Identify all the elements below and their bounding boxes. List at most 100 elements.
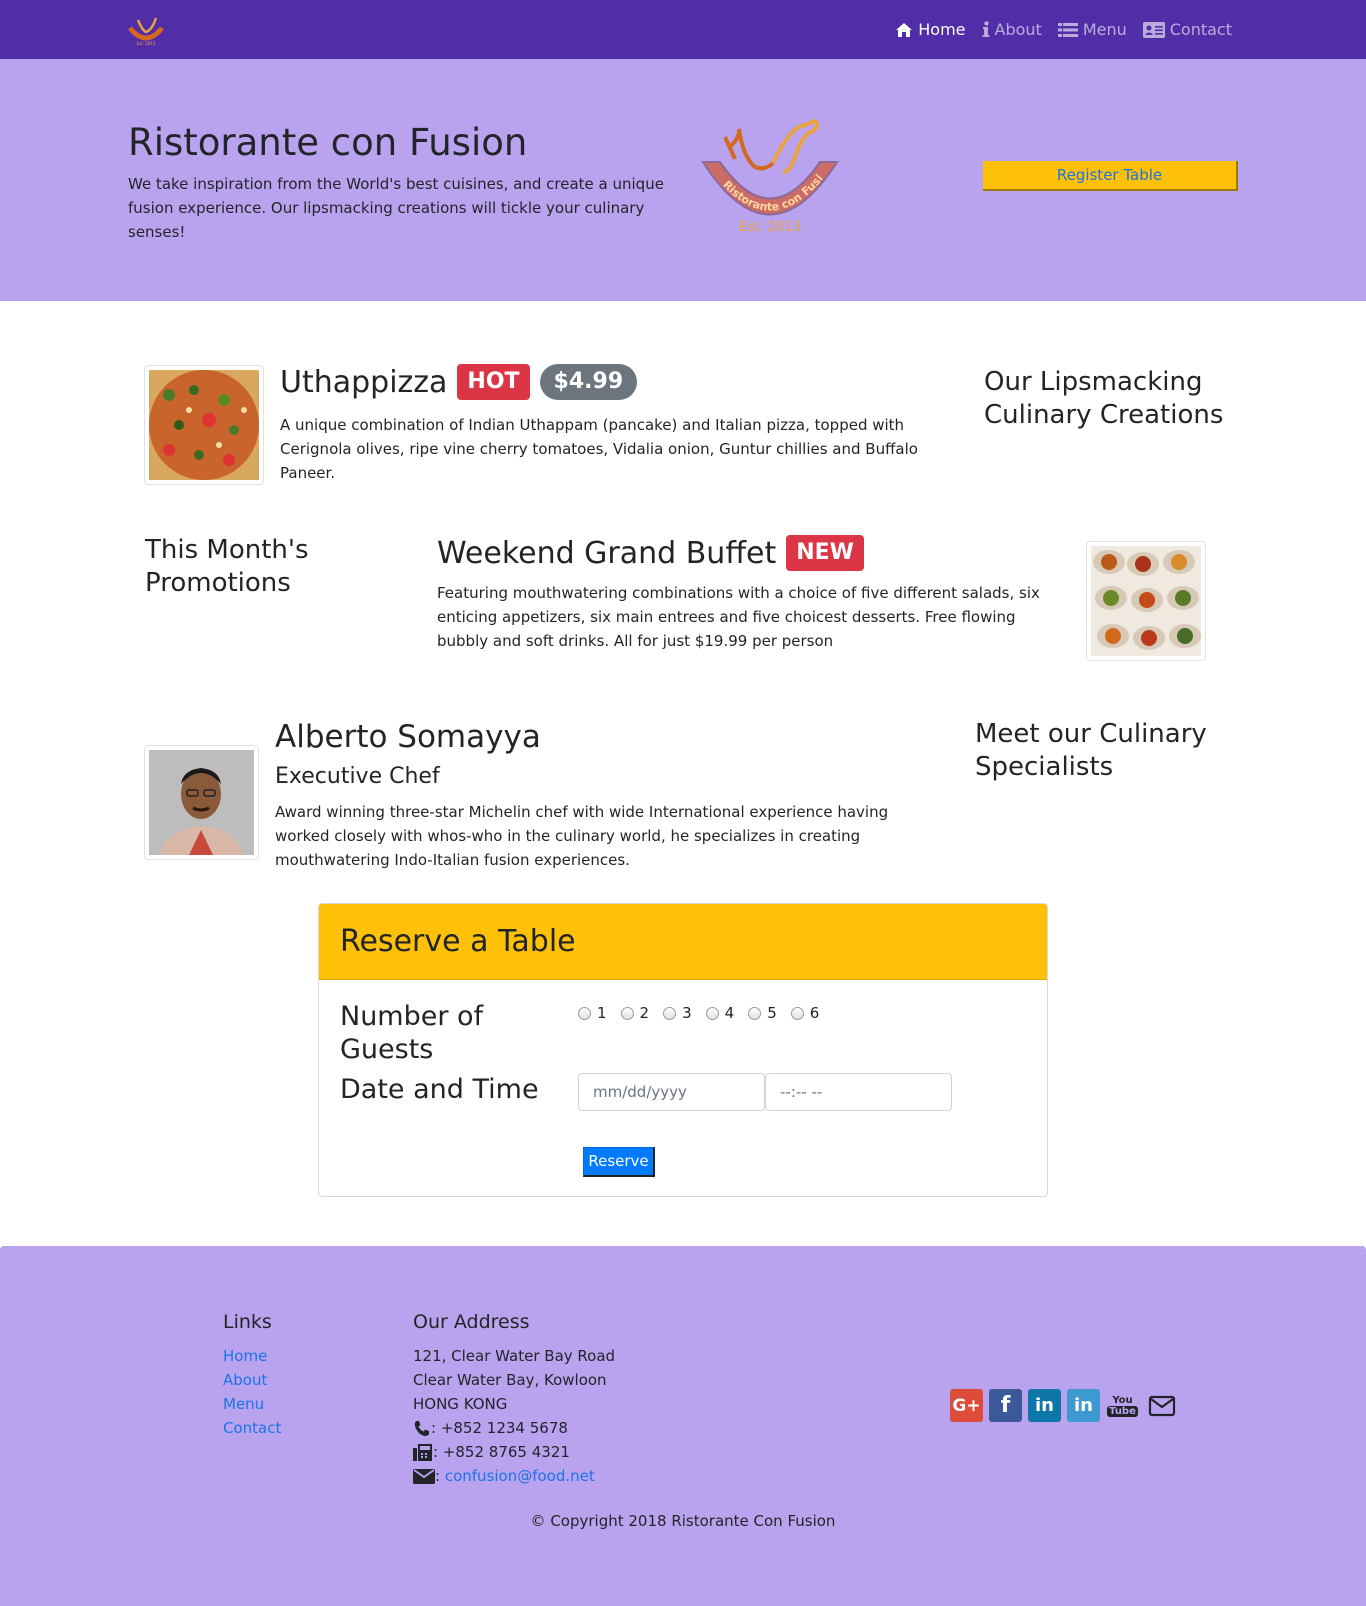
- guest-option-2[interactable]: 2: [620, 1004, 650, 1022]
- restaurant-title: Ristorante con Fusion: [128, 121, 528, 164]
- radio-label: 6: [809, 1004, 820, 1022]
- radio-label: 3: [682, 1004, 692, 1022]
- youtube-icon[interactable]: You Tube: [1106, 1389, 1139, 1422]
- buffet-image: [1091, 546, 1201, 656]
- nav-item-label: About: [994, 20, 1042, 39]
- promotion-description: Featuring mouthwatering combinations wit…: [437, 584, 1040, 650]
- svg-text:Est. 2013: Est. 2013: [137, 41, 156, 46]
- restaurant-logo-large: Ristorante con Fusion Est. 2013: [695, 117, 839, 235]
- radio-button[interactable]: [790, 1006, 804, 1020]
- promotion-heading: Weekend Grand Buffet NEW: [437, 535, 864, 571]
- nav-links: Home About Menu Contact: [895, 0, 1232, 59]
- fax-number: : +852 8765 4321: [433, 1443, 570, 1461]
- card-header: Reserve a Table: [319, 904, 1047, 980]
- home-icon: [896, 22, 913, 37]
- radio-button[interactable]: [705, 1006, 719, 1020]
- radio-label: 2: [639, 1004, 650, 1022]
- mail-icon[interactable]: [1145, 1389, 1178, 1422]
- chef-photo: [149, 750, 254, 855]
- list-icon: [1057, 22, 1078, 37]
- leader-description: Award winning three-star Michelin chef w…: [275, 803, 889, 869]
- nav-item-about[interactable]: About: [982, 20, 1042, 39]
- restaurant-description: We take inspiration from the World's bes…: [128, 175, 664, 241]
- leader-name: Alberto Somayya: [275, 719, 541, 755]
- radio-button[interactable]: [748, 1006, 762, 1020]
- dish-description: A unique combination of Indian Uthappam …: [280, 416, 918, 482]
- register-table-button[interactable]: Register Table: [983, 161, 1238, 191]
- date-input[interactable]: mm/dd/yyyy: [578, 1073, 765, 1111]
- hot-badge: HOT: [457, 364, 530, 400]
- nav-item-home[interactable]: Home: [895, 20, 966, 39]
- datetime-label: Date and Time: [340, 1074, 539, 1105]
- copyright: © Copyright 2018 Ristorante Con Fusion: [530, 1512, 836, 1530]
- guest-option-1[interactable]: 1: [578, 1004, 607, 1022]
- fax-icon: [413, 1443, 432, 1461]
- guest-option-6[interactable]: 6: [790, 1004, 820, 1022]
- footer-link-home[interactable]: Home: [223, 1344, 281, 1368]
- promotion-name: Weekend Grand Buffet: [437, 535, 777, 571]
- reserve-table-card: Reserve a Table Number of Guests 1 2 3 4…: [318, 903, 1048, 1197]
- reserve-button[interactable]: Reserve: [583, 1147, 655, 1177]
- price-badge: $4.99: [539, 364, 638, 400]
- promotion-side-heading: This Month's Promotions: [145, 535, 309, 598]
- phone-row: : +852 1234 5678: [413, 1416, 615, 1440]
- time-input[interactable]: --:-- --: [765, 1073, 952, 1111]
- radio-label: 5: [767, 1004, 777, 1022]
- guest-option-5[interactable]: 5: [748, 1004, 777, 1022]
- footer-link-contact[interactable]: Contact: [223, 1416, 281, 1440]
- guests-label: Number of Guests: [340, 1001, 484, 1065]
- address-line: HONG KONG: [413, 1395, 508, 1413]
- radio-label: 1: [597, 1004, 607, 1022]
- address-line: Clear Water Bay, Kowloon: [413, 1371, 607, 1389]
- facebook-icon[interactable]: f: [989, 1389, 1022, 1422]
- address-card-icon: [1142, 21, 1165, 38]
- leader-image: [144, 745, 259, 860]
- linkedin-icon[interactable]: in: [1067, 1389, 1100, 1422]
- footer-link-about[interactable]: About: [223, 1368, 281, 1392]
- nav-item-label: Home: [918, 20, 966, 39]
- address-line: 121, Clear Water Bay Road: [413, 1347, 616, 1365]
- guest-option-4[interactable]: 4: [705, 1004, 735, 1022]
- footer-address: 121, Clear Water Bay Road Clear Water Ba…: [413, 1344, 615, 1488]
- dish-name: Uthappizza: [280, 364, 448, 400]
- radio-button[interactable]: [620, 1006, 634, 1020]
- radio-button[interactable]: [578, 1006, 591, 1020]
- pizza-image: [149, 370, 259, 480]
- new-badge: NEW: [786, 535, 864, 571]
- email-prefix: :: [435, 1467, 445, 1485]
- dish-heading: Uthappizza HOT $4.99: [280, 364, 638, 400]
- radio-label: 4: [724, 1004, 735, 1022]
- logo-est-text: Est. 2013: [739, 220, 800, 235]
- guest-option-3[interactable]: 3: [663, 1004, 692, 1022]
- footer-link-menu[interactable]: Menu: [223, 1392, 281, 1416]
- dish-image: [144, 365, 264, 485]
- jumbotron: Ristorante con Fusion We take inspiratio…: [0, 59, 1366, 301]
- nav-item-contact[interactable]: Contact: [1142, 20, 1232, 39]
- nav-item-label: Contact: [1169, 20, 1232, 39]
- email-row: : confusion@food.net: [413, 1464, 615, 1488]
- guests-radio-group: 1 2 3 4 5 6: [578, 1004, 819, 1022]
- nav-item-menu[interactable]: Menu: [1057, 20, 1127, 39]
- nav-item-label: Menu: [1082, 20, 1127, 39]
- dish-side-heading: Our Lipsmacking Culinary Creations: [984, 367, 1224, 430]
- radio-button[interactable]: [663, 1006, 677, 1020]
- email-link[interactable]: confusion@food.net: [445, 1464, 595, 1488]
- google-plus-icon[interactable]: G+: [950, 1389, 983, 1422]
- phone-icon: [414, 1420, 429, 1436]
- social-icons: G+ f in in You Tube: [950, 1389, 1178, 1422]
- linkedin-icon[interactable]: in: [1028, 1389, 1061, 1422]
- footer: Links Home About Menu Contact Our Addres…: [0, 1246, 1366, 1606]
- footer-links-heading: Links: [223, 1311, 272, 1333]
- restaurant-logo-icon[interactable]: Est. 2013: [126, 14, 166, 46]
- leader-side-heading: Meet our Culinary Specialists: [975, 719, 1207, 782]
- leader-designation: Executive Chef: [275, 764, 440, 789]
- promotion-image: [1086, 541, 1206, 661]
- phone-number: : +852 1234 5678: [431, 1419, 568, 1437]
- fax-row: : +852 8765 4321: [413, 1440, 615, 1464]
- info-icon: [982, 21, 989, 37]
- envelope-icon: [413, 1469, 435, 1484]
- reserve-title: Reserve a Table: [340, 924, 576, 959]
- footer-links: Home About Menu Contact: [223, 1344, 281, 1440]
- footer-address-heading: Our Address: [413, 1311, 530, 1333]
- navbar: Est. 2013 Home About Menu Contact: [0, 0, 1366, 59]
